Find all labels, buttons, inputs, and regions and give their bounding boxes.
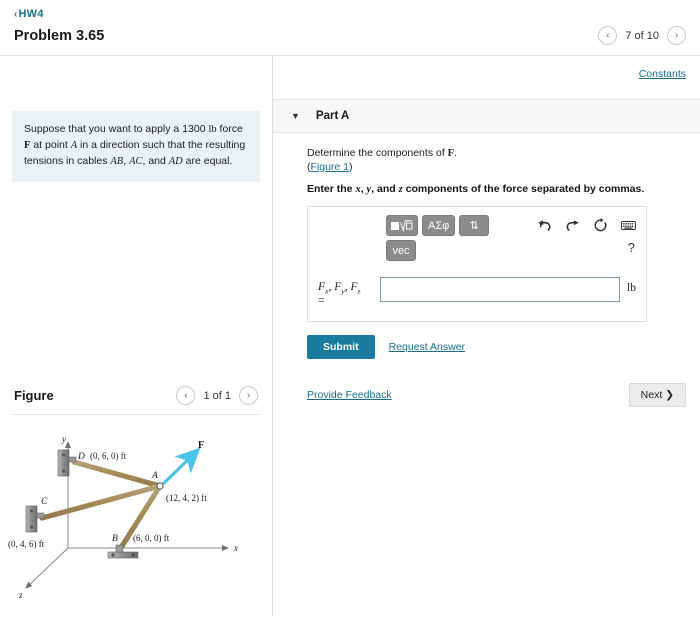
bracket-b	[107, 544, 139, 559]
right-panel: Constants ▼ Part A Determine the compone…	[273, 56, 700, 616]
greek-symbols-button[interactable]: ΑΣφ	[422, 215, 456, 236]
vector-button[interactable]: vec	[386, 240, 416, 261]
figure-1-link[interactable]: Figure 1	[311, 161, 350, 173]
chevron-left-icon: ‹	[14, 9, 18, 20]
label-fx: F	[318, 281, 326, 293]
figure-header: Figure ‹ 1 of 1 ›	[0, 386, 272, 405]
axis-label-z: z	[18, 590, 23, 600]
question-post: .	[454, 147, 458, 159]
figure-pager: ‹ 1 of 1 ›	[176, 386, 258, 405]
next-button-label: Next	[640, 388, 663, 401]
figure-reference: (Figure 1)	[307, 161, 682, 173]
label-sub-z: z	[357, 286, 361, 296]
keyboard-icon[interactable]	[621, 218, 636, 233]
problem-counter: 7 of 10	[625, 29, 659, 42]
instr-4: components of the force separated by com…	[402, 183, 645, 195]
answer-field-label: Fx, Fy, Fz =	[318, 277, 380, 309]
next-problem-button[interactable]: ›	[667, 26, 686, 45]
cable-ab-symbol: AB	[110, 155, 124, 167]
answer-field-row: Fx, Fy, Fz = lb	[318, 277, 636, 309]
point-a-node	[156, 482, 164, 490]
paren-close: )	[349, 161, 353, 173]
editor-action-icons	[537, 215, 636, 233]
question-pre: Determine the components of	[307, 147, 448, 159]
next-part-button[interactable]: Next ❯	[628, 382, 686, 407]
previous-problem-button[interactable]: ‹	[598, 26, 618, 45]
back-link-label: HW4	[18, 8, 44, 20]
problem-text-2: force	[216, 123, 243, 135]
cable-ad-symbol: AD	[168, 155, 183, 167]
problem-text-5: are equal.	[182, 154, 233, 167]
instr-1: Enter the	[307, 183, 356, 195]
point-coord-b: (6, 0, 0) ft	[133, 533, 170, 543]
point-label-c: C	[41, 497, 48, 507]
math-template-button[interactable]: n	[386, 215, 418, 236]
answer-input[interactable]	[380, 277, 621, 302]
label-equals: =	[318, 295, 325, 308]
part-a-body: Determine the components of F. (Figure 1…	[273, 133, 700, 359]
problem-statement: Suppose that you want to apply a 1300 lb…	[12, 111, 260, 183]
point-label-b: B	[112, 534, 118, 544]
part-a-header[interactable]: ▼ Part A	[273, 99, 700, 133]
figure-divider	[12, 414, 260, 415]
undo-icon[interactable]	[537, 218, 552, 233]
problem-text-3: at point	[30, 138, 71, 151]
chevron-down-icon: ▼	[291, 111, 300, 121]
force-vector-f	[161, 447, 201, 486]
z-axis-line	[25, 547, 69, 589]
previous-figure-button[interactable]: ‹	[176, 386, 196, 405]
point-coord-a: (12, 4, 2) ft	[166, 493, 207, 503]
force-label-f: F	[198, 440, 204, 451]
problem-pager: ‹ 7 of 10 ›	[598, 26, 686, 45]
problem-text-1: Suppose that you want to apply a 1300	[24, 123, 209, 135]
label-fz: F	[350, 281, 358, 293]
constants-link[interactable]: Constants	[639, 68, 686, 80]
cable-ad	[71, 459, 163, 489]
page-title: Problem 3.65	[14, 27, 105, 44]
question-text: Determine the components of F.	[307, 147, 682, 159]
constants-row: Constants	[273, 56, 700, 80]
axis-label-x: x	[233, 543, 238, 553]
figure-counter: 1 of 1	[203, 389, 231, 402]
submit-button[interactable]: Submit	[307, 334, 375, 359]
force-unit: lb	[208, 124, 217, 135]
part-footer: Provide Feedback Next ❯	[273, 359, 700, 407]
answer-actions: Submit Request Answer	[307, 334, 682, 359]
instruction-text: Enter the x, y, and z components of the …	[307, 183, 682, 195]
math-toolbar-left: n ΑΣφ ⇅ vec	[386, 215, 490, 265]
point-coord-d: (0, 6, 0) ft	[90, 451, 127, 461]
point-label-a: A	[151, 471, 158, 481]
request-answer-link[interactable]: Request Answer	[389, 341, 465, 353]
math-toolbar-row-2: vec	[386, 240, 489, 261]
next-figure-button[interactable]: ›	[239, 386, 258, 405]
math-template-icon: n	[391, 220, 413, 232]
title-row: Problem 3.65 ‹ 7 of 10 ›	[0, 20, 700, 55]
instr-3: , and	[371, 183, 399, 195]
statics-diagram-svg: y x z D (0, 6, 0) ft C (0, 4, 6) ft B (6…	[8, 434, 238, 600]
figure-image[interactable]: y x z D (0, 6, 0) ft C (0, 4, 6) ft B (6…	[0, 428, 272, 611]
arrows-button[interactable]: ⇅	[459, 215, 490, 236]
content-columns: Suppose that you want to apply a 1300 lb…	[0, 56, 700, 616]
redo-icon[interactable]	[565, 218, 580, 233]
chevron-right-icon: ❯	[665, 388, 674, 401]
figure-title: Figure	[14, 388, 54, 403]
part-a-title: Part A	[315, 110, 350, 122]
point-label-d: D	[77, 452, 85, 462]
math-toolbar-right: ?	[537, 215, 636, 255]
math-toolbar-row-1: n ΑΣφ ⇅	[386, 215, 490, 236]
separator-2: , and	[142, 154, 169, 167]
answer-unit: lb	[627, 282, 636, 294]
back-to-assignment-link[interactable]: ‹HW4	[14, 8, 44, 20]
top-bar: ‹HW4	[0, 0, 700, 20]
help-button[interactable]: ?	[628, 240, 635, 255]
left-panel: Suppose that you want to apply a 1300 lb…	[0, 56, 272, 616]
math-toolbar: n ΑΣφ ⇅ vec ?	[318, 215, 636, 265]
answer-widget: n ΑΣφ ⇅ vec ? Fx, Fy, Fz = lb	[307, 206, 647, 322]
provide-feedback-link[interactable]: Provide Feedback	[307, 389, 392, 401]
axis-label-y: y	[61, 434, 66, 444]
cable-ac-symbol: AC	[129, 155, 143, 167]
reset-icon[interactable]	[593, 218, 608, 233]
point-coord-c: (0, 4, 6) ft	[8, 539, 45, 549]
